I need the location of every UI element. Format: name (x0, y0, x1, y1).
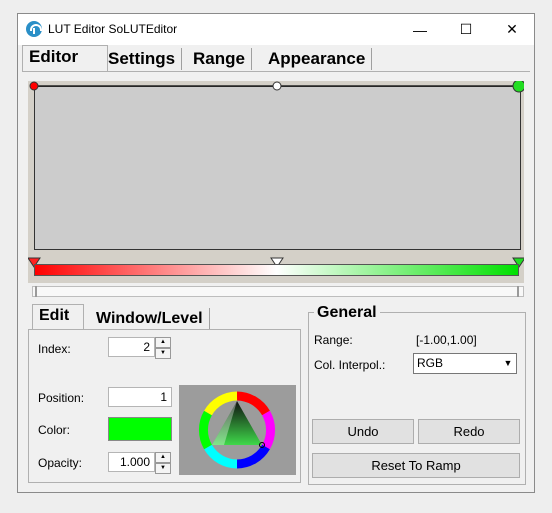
tab-window-level[interactable]: Window/Level (90, 308, 210, 329)
scroll-right-tick (517, 286, 519, 297)
tab-appearance[interactable]: Appearance (262, 48, 373, 70)
desktop: { "window": { "title": "LUT Editor SoLUT… (0, 0, 552, 513)
spin-up-icon[interactable]: ▲ (155, 452, 171, 463)
window-title: LUT Editor SoLUTEditor (48, 22, 178, 36)
maximize-button[interactable]: ☐ (443, 14, 489, 45)
interp-label: Col. Interpol.: (314, 358, 386, 372)
lut-scrollbar[interactable] (32, 286, 524, 297)
undo-button[interactable]: Undo (312, 419, 414, 444)
position-input[interactable]: 1 (108, 387, 172, 407)
interp-value: RGB (417, 356, 444, 370)
opacity-label: Opacity: (38, 456, 83, 470)
index-input[interactable]: 2 (108, 337, 155, 357)
color-picker[interactable] (179, 385, 296, 475)
curve-point-end[interactable] (512, 81, 524, 93)
interp-select[interactable]: RGB ▼ (413, 353, 517, 374)
tab-settings[interactable]: Settings (102, 48, 183, 70)
lut-gradient-bar[interactable] (34, 264, 519, 276)
spin-down-icon[interactable]: ▼ (155, 348, 171, 359)
index-label: Index: (38, 342, 71, 356)
minimize-button[interactable]: — (397, 14, 443, 45)
opacity-input[interactable]: 1.000 (108, 452, 155, 472)
range-value: [-1.00,1.00] (416, 333, 477, 347)
index-spinner[interactable]: ▲ ▼ (155, 337, 171, 359)
color-wheel-icon[interactable] (179, 385, 296, 475)
color-swatch[interactable] (108, 417, 172, 441)
range-label: Range: (314, 333, 353, 347)
position-label: Position: (38, 391, 85, 405)
app-logo-icon (26, 21, 42, 37)
tab-edit[interactable]: Edit (32, 304, 84, 330)
tab-editor[interactable]: Editor (22, 45, 108, 72)
opacity-spinner[interactable]: ▲ ▼ (155, 452, 171, 474)
spin-down-icon[interactable]: ▼ (155, 463, 171, 474)
general-title: General (314, 304, 380, 322)
tab-divider (22, 71, 530, 72)
curve-point-mid[interactable] (272, 81, 282, 91)
curve-point-start[interactable] (29, 81, 39, 91)
tab-range[interactable]: Range (187, 48, 252, 70)
redo-button[interactable]: Redo (418, 419, 520, 444)
title-bar: LUT Editor SoLUTEditor — ☐ ✕ (18, 14, 534, 45)
reset-to-ramp-button[interactable]: Reset To Ramp (312, 453, 520, 478)
chevron-down-icon[interactable]: ▼ (502, 357, 514, 370)
spin-up-icon[interactable]: ▲ (155, 337, 171, 348)
lut-curve-overlay (28, 81, 524, 268)
close-button[interactable]: ✕ (489, 14, 535, 45)
scroll-left-tick (35, 286, 37, 297)
lut-editor-window: LUT Editor SoLUTEditor — ☐ ✕ Editor Sett… (17, 13, 535, 493)
color-label: Color: (38, 423, 71, 437)
lut-editor-area (28, 81, 524, 283)
